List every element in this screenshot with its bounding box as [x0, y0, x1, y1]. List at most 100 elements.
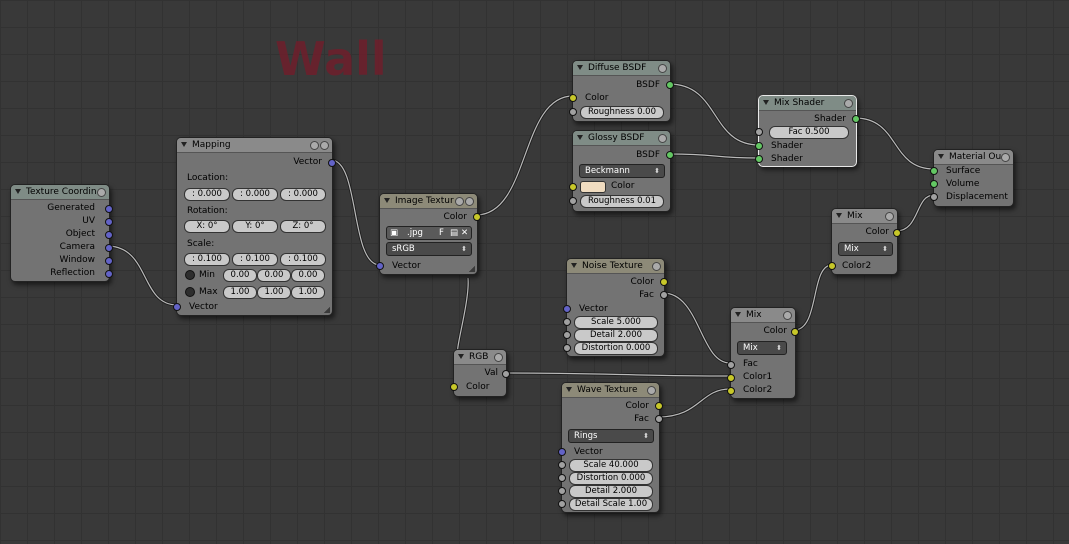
collapse-icon[interactable] — [384, 198, 390, 203]
socket-color-out[interactable] — [660, 278, 668, 286]
preview-icon[interactable] — [1001, 153, 1010, 162]
node-header[interactable]: Diffuse BSDF — [573, 61, 670, 76]
node-glossy-bsdf[interactable]: Glossy BSDF BSDF Beckmann ⬍ Color Roughne… — [569, 130, 674, 212]
scale-field[interactable]: Scale 5.000 — [574, 316, 658, 329]
socket-volume-in[interactable] — [930, 180, 938, 188]
node-mix-shader[interactable]: Mix Shader Shader Fac 0.500 Shader Shade… — [755, 95, 860, 167]
color-swatch[interactable] — [580, 181, 606, 193]
image-filename[interactable]: .jpg — [407, 227, 423, 239]
socket-roughness-in[interactable] — [569, 108, 577, 116]
socket-distortion-in[interactable] — [558, 474, 566, 482]
socket-displacement-in[interactable] — [930, 193, 938, 201]
socket-fac-out[interactable] — [660, 291, 668, 299]
open-folder-icon[interactable]: ▤ — [450, 227, 458, 239]
socket-scale-in[interactable] — [558, 461, 566, 469]
node-wave-texture[interactable]: Wave Texture Color Fac Rings ⬍ Vector Sca… — [558, 382, 663, 513]
location-z-field[interactable]: : 0.000 — [280, 188, 326, 201]
location-x-field[interactable]: : 0.000 — [184, 188, 230, 201]
socket-surface-in[interactable] — [930, 167, 938, 175]
wave-type-select[interactable]: Rings ⬍ — [568, 429, 654, 443]
roughness-field[interactable]: Roughness 0.01 — [580, 195, 664, 208]
socket-vector-out[interactable] — [328, 159, 336, 167]
node-material-output[interactable]: Material Ou Surface Volume Displacement — [930, 149, 1014, 207]
socket-fac-out[interactable] — [655, 415, 663, 423]
min-x-field[interactable]: 0.00 — [223, 269, 257, 282]
preview-icon[interactable] — [320, 141, 329, 150]
hide-icon[interactable] — [455, 197, 464, 206]
socket-camera[interactable] — [105, 244, 113, 252]
node-mix-rgb-2[interactable]: Mix Color Mix ⬍ Color2 — [828, 208, 901, 275]
max-z-field[interactable]: 1.00 — [291, 286, 325, 299]
rotation-x-field[interactable]: X: 0° — [184, 220, 230, 233]
collapse-icon[interactable] — [577, 135, 583, 140]
node-header[interactable]: Material Ou — [934, 150, 1013, 165]
preview-icon[interactable] — [494, 353, 503, 362]
socket-vector-in[interactable] — [376, 262, 384, 270]
fake-user-toggle[interactable]: F — [439, 227, 444, 239]
detail-field[interactable]: Detail 2.000 — [574, 329, 658, 342]
collapse-icon[interactable] — [571, 263, 577, 268]
max-checkbox[interactable] — [185, 287, 195, 297]
node-header[interactable]: Mix Shader — [759, 96, 856, 111]
collapse-icon[interactable] — [181, 142, 187, 147]
preview-icon[interactable] — [658, 64, 667, 73]
socket-vector-in[interactable] — [563, 305, 571, 313]
min-z-field[interactable]: 0.00 — [291, 269, 325, 282]
preview-icon[interactable] — [652, 262, 661, 271]
collapse-icon[interactable] — [15, 189, 21, 194]
socket-fac-in[interactable] — [755, 128, 763, 136]
socket-color-in[interactable] — [569, 183, 577, 191]
node-diffuse-bsdf[interactable]: Diffuse BSDF BSDF Color Roughness 0.00 — [569, 60, 674, 122]
node-header[interactable]: Noise Texture — [567, 259, 664, 274]
node-header[interactable]: Wave Texture — [562, 383, 659, 398]
socket-color-out[interactable] — [655, 402, 663, 410]
socket-bsdf-out[interactable] — [666, 81, 674, 89]
socket-detail-in[interactable] — [563, 331, 571, 339]
socket-color-out[interactable] — [473, 213, 481, 221]
socket-val-out[interactable] — [502, 370, 510, 378]
preview-icon[interactable] — [465, 197, 474, 206]
socket-roughness-in[interactable] — [569, 197, 577, 205]
socket-detail-scale-in[interactable] — [558, 500, 566, 508]
detail-field[interactable]: Detail 2.000 — [569, 485, 653, 498]
min-y-field[interactable]: 0.00 — [257, 269, 291, 282]
distribution-select[interactable]: Beckmann ⬍ — [579, 164, 665, 178]
roughness-field[interactable]: Roughness 0.00 — [580, 106, 664, 119]
socket-window[interactable] — [105, 257, 113, 265]
socket-color2-in[interactable] — [828, 262, 836, 270]
scale-y-field[interactable]: : 0.100 — [232, 253, 278, 266]
image-icon[interactable]: ▣ — [390, 227, 398, 239]
max-y-field[interactable]: 1.00 — [257, 286, 291, 299]
collapse-icon[interactable] — [938, 154, 944, 159]
socket-color-in[interactable] — [569, 94, 577, 102]
distortion-field[interactable]: Distortion 0.000 — [569, 472, 653, 485]
node-header[interactable]: RGB — [454, 350, 506, 365]
resize-handle[interactable] — [324, 307, 330, 313]
socket-color-out[interactable] — [893, 229, 901, 237]
max-x-field[interactable]: 1.00 — [223, 286, 257, 299]
node-image-texture[interactable]: Image Textur Color ▣ .jpg F ▤ ✕ sRGB ⬍ Ve… — [376, 193, 481, 275]
scale-field[interactable]: Scale 40.000 — [569, 459, 653, 472]
socket-color1-in[interactable] — [727, 374, 735, 382]
node-header[interactable]: Mapping — [177, 138, 332, 153]
socket-distortion-in[interactable] — [563, 344, 571, 352]
preview-icon[interactable] — [783, 311, 792, 320]
socket-color2-in[interactable] — [727, 387, 735, 395]
socket-object[interactable] — [105, 231, 113, 239]
collapse-icon[interactable] — [763, 100, 769, 105]
preview-icon[interactable] — [97, 188, 106, 197]
socket-vector-in[interactable] — [558, 448, 566, 456]
node-header[interactable]: Glossy BSDF — [573, 131, 670, 146]
socket-generated[interactable] — [105, 205, 113, 213]
location-y-field[interactable]: : 0.000 — [232, 188, 278, 201]
collapse-icon[interactable] — [577, 65, 583, 70]
socket-shader-out[interactable] — [852, 115, 860, 123]
colorspace-select[interactable]: sRGB ⬍ — [386, 242, 472, 256]
node-header[interactable]: Mix — [731, 308, 795, 323]
preview-icon[interactable] — [844, 99, 853, 108]
socket-shader-2-in[interactable] — [755, 155, 763, 163]
socket-color-out[interactable] — [791, 328, 799, 336]
collapse-icon[interactable] — [735, 312, 741, 317]
distortion-field[interactable]: Distortion 0.000 — [574, 342, 658, 355]
node-header[interactable]: Texture Coordin — [11, 185, 109, 200]
